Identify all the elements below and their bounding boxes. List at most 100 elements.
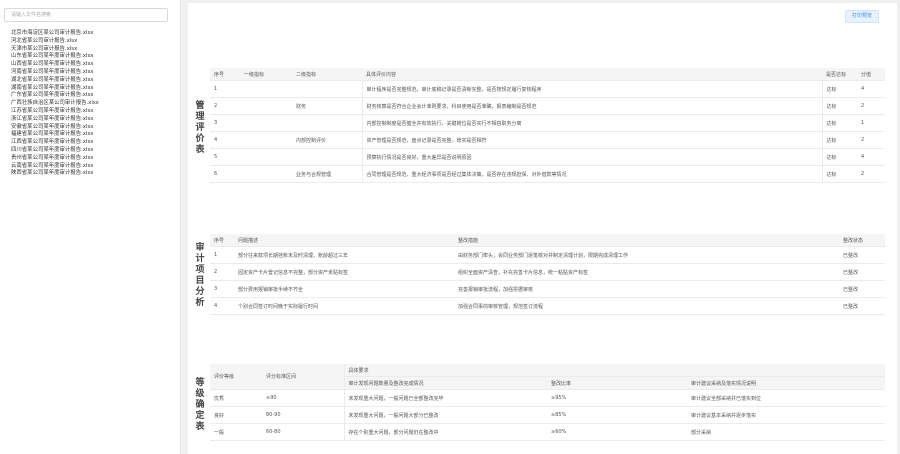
- row-grade: 一般: [210, 423, 262, 441]
- row-issue: 部分费用报销审批手续不齐全: [234, 280, 454, 298]
- row-status: 已整改: [839, 246, 885, 264]
- col-header-score: 分值: [857, 68, 885, 81]
- row-content: 内部控制制度是否健全并有效执行，关键岗位是否实行不相容职务分离: [361, 114, 822, 132]
- col-header-range: 评分标准区间: [262, 364, 344, 390]
- file-item[interactable]: 河南省某公司某年度审计报告.xlsx: [11, 69, 99, 77]
- row-level2: [292, 148, 362, 166]
- row-pass: 达标: [821, 165, 857, 183]
- table-row: 1 部分往来款项长期挂账未及时清理，账龄超过三年 由财务部门牵头，会同业务部门逐笔核…: [210, 246, 885, 264]
- file-item[interactable]: 山西省某公司某年度审计报告.xlsx: [11, 61, 99, 69]
- row-level1: [240, 148, 292, 166]
- row-no: 3: [210, 114, 240, 132]
- row-score: 4: [857, 80, 885, 98]
- row-issue: 固定资产卡片登记信息不完整，部分资产未贴标签: [234, 263, 454, 281]
- section-title-grade: 等级确定表: [195, 378, 205, 432]
- row-pass: 达标: [821, 80, 857, 98]
- table-row: 4 个别合同签订时间晚于实际履行时间 加强合同事前审核管理，规范签订流程 已整改: [210, 297, 885, 315]
- row-level2: [292, 114, 362, 132]
- row-status: 已整改: [839, 280, 885, 298]
- row-level1: [240, 165, 292, 183]
- file-item[interactable]: 广西壮族自治区某公司审计报告.xlsx: [11, 100, 99, 108]
- row-level2: [292, 80, 362, 98]
- row-adoption: 部分采纳: [687, 423, 886, 441]
- col-header-status: 整改状态: [839, 234, 885, 247]
- row-issues: 未发现重大问题，一般问题大部分已整改: [343, 406, 547, 424]
- row-grade: 良好: [210, 406, 262, 424]
- row-pass: 达标: [821, 97, 857, 115]
- table-row: 1 审计程序是否完整规范，审计底稿记录是否清晰完整，是否按规定履行复核程序 达标 4: [210, 80, 885, 98]
- file-item[interactable]: 河北省某公司审计报告.xlsx: [11, 38, 99, 46]
- col-header-pass: 是否达标: [822, 68, 857, 81]
- row-adoption: 审计建议全部采纳并已落实到位: [687, 389, 886, 407]
- table-row: 一般 60-80 存在个别重大问题，部分问题仍在整改中 ≥60% 部分采纳: [210, 423, 886, 441]
- row-level2: 业务与合规管理: [292, 165, 362, 183]
- file-item[interactable]: 北京市海淀区某公司审计报告.xlsx: [11, 30, 99, 38]
- management-table: 序号 一级指标 二级指标 具体评价内容 是否达标 分值 1 审计程序是否完整规范，…: [210, 68, 885, 183]
- row-issues: 未发现重大问题，一般问题已全部整改完毕: [343, 389, 547, 407]
- col-header-adoption: 审计建议采纳及落实情况说明: [687, 376, 886, 390]
- col-header-level2: 二级指标: [292, 68, 362, 81]
- row-level1: [240, 114, 292, 132]
- table-row: 3 内部控制制度是否健全并有效执行，关键岗位是否实行不相容职务分离 达标 1: [210, 114, 885, 132]
- row-grade: 优秀: [210, 389, 262, 407]
- row-issue: 个别合同签订时间晚于实际履行时间: [234, 297, 454, 315]
- row-content: 合同管理是否规范，重大经济事项是否经过集体决策，是否存在违规担保、对外借款等情况: [361, 165, 822, 183]
- col-header-issues: 审计发现问题数量及整改完成情况: [343, 376, 547, 390]
- col-header-no: 序号: [210, 234, 234, 247]
- col-header-no: 序号: [210, 68, 240, 81]
- row-no: 2: [210, 263, 234, 281]
- file-item[interactable]: 江西省某公司某年度审计报告.xlsx: [11, 139, 99, 147]
- file-item[interactable]: 浙江省某公司某年度审计报告.xlsx: [11, 116, 99, 124]
- row-content: 财务核算是否符合企业会计准则要求，科目使用是否准确，报表编制是否规范: [361, 97, 822, 115]
- group-header-requirements: 具体要求: [343, 364, 886, 377]
- search-input[interactable]: 请输入文件名搜索: [4, 8, 168, 22]
- row-ratio: ≥60%: [547, 423, 687, 441]
- row-score: 1: [857, 114, 885, 132]
- row-content: 资产管理是否规范，盘点记录是否完整，账实是否相符: [361, 131, 822, 149]
- row-range: ≥90: [262, 389, 344, 407]
- col-header-issue: 问题描述: [234, 234, 454, 247]
- row-no: 4: [210, 131, 240, 149]
- grade-table: 评价等级 评分标准区间 具体要求 审计发现问题数量及整改完成情况 整改比率 审计…: [210, 364, 886, 441]
- file-item[interactable]: 四川省某公司某年度审计报告.xlsx: [11, 147, 99, 155]
- row-ratio: ≥95%: [547, 389, 687, 407]
- row-no: 6: [210, 165, 240, 183]
- table-row: 2 财务 财务核算是否符合企业会计准则要求，科目使用是否准确，报表编制是否规范 达标 2: [210, 97, 885, 115]
- file-item[interactable]: 广东省某公司某年度审计报告.xlsx: [11, 92, 99, 100]
- table-row: 4 内部控制评价 资产管理是否规范，盘点记录是否完整，账实是否相符 达标 2: [210, 131, 885, 149]
- table-row: 2 固定资产卡片登记信息不完整，部分资产未贴标签 组织全面资产清查，补充完善卡片信息…: [210, 263, 885, 281]
- print-preview-button[interactable]: 打印预览: [844, 10, 879, 23]
- col-header-level1: 一级指标: [240, 68, 292, 81]
- row-issues: 存在个别重大问题，部分问题仍在整改中: [343, 423, 547, 441]
- row-measure: 由财务部门牵头，会同业务部门逐笔核对并制定清理计划，限期完成清理工作: [454, 246, 839, 264]
- row-no: 1: [210, 246, 234, 264]
- file-item[interactable]: 江苏省某公司某年度审计报告.xlsx: [11, 108, 99, 116]
- table-row: 良好 80-90 未发现重大问题，一般问题大部分已整改 ≥85% 审计建议基本采纳并逐步…: [210, 406, 886, 424]
- row-content: 预算执行情况是否良好，重大差异是否说明原因: [361, 148, 822, 166]
- row-ratio: ≥85%: [547, 406, 687, 424]
- file-list: 北京市海淀区某公司审计报告.xlsx 河北省某公司审计报告.xlsx 天津市某公司审…: [11, 30, 99, 178]
- file-item[interactable]: 陕西省某公司某年度审计报告.xlsx: [11, 170, 99, 178]
- row-pass: 达标: [821, 131, 857, 149]
- row-status: 已整改: [839, 263, 885, 281]
- file-item[interactable]: 福建省某公司某年度审计报告.xlsx: [11, 131, 99, 139]
- row-range: 80-90: [262, 406, 344, 424]
- row-pass: 达标: [821, 114, 857, 132]
- row-no: 1: [210, 80, 240, 98]
- table-row: 3 部分费用报销审批手续不齐全 完善报销审批流程，加强票据审核 已整改: [210, 280, 885, 298]
- table-row: 优秀 ≥90 未发现重大问题，一般问题已全部整改完毕 ≥95% 审计建议全部采纳并已落实…: [210, 389, 886, 407]
- row-pass: 达标: [821, 148, 857, 166]
- row-level2: 财务: [292, 97, 362, 115]
- audit-issue-table: 序号 问题描述 整改措施 整改状态 1 部分往来款项长期挂账未及时清理，账龄超过三…: [210, 234, 885, 315]
- table-row: 5 预算执行情况是否良好，重大差异是否说明原因 达标 4: [210, 148, 885, 166]
- row-no: 5: [210, 148, 240, 166]
- row-level1: [240, 80, 292, 98]
- file-item[interactable]: 贵州省某公司某年度审计报告.xlsx: [11, 155, 99, 163]
- section-title-audit-project: 审计项目分析: [195, 243, 205, 308]
- row-score: 2: [857, 97, 885, 115]
- row-range: 60-80: [262, 423, 344, 441]
- row-issue: 部分往来款项长期挂账未及时清理，账龄超过三年: [234, 246, 454, 264]
- row-score: 2: [857, 165, 885, 183]
- row-status: 已整改: [839, 297, 885, 315]
- file-item[interactable]: 湖北省某公司某年度审计报告.xlsx: [11, 77, 99, 85]
